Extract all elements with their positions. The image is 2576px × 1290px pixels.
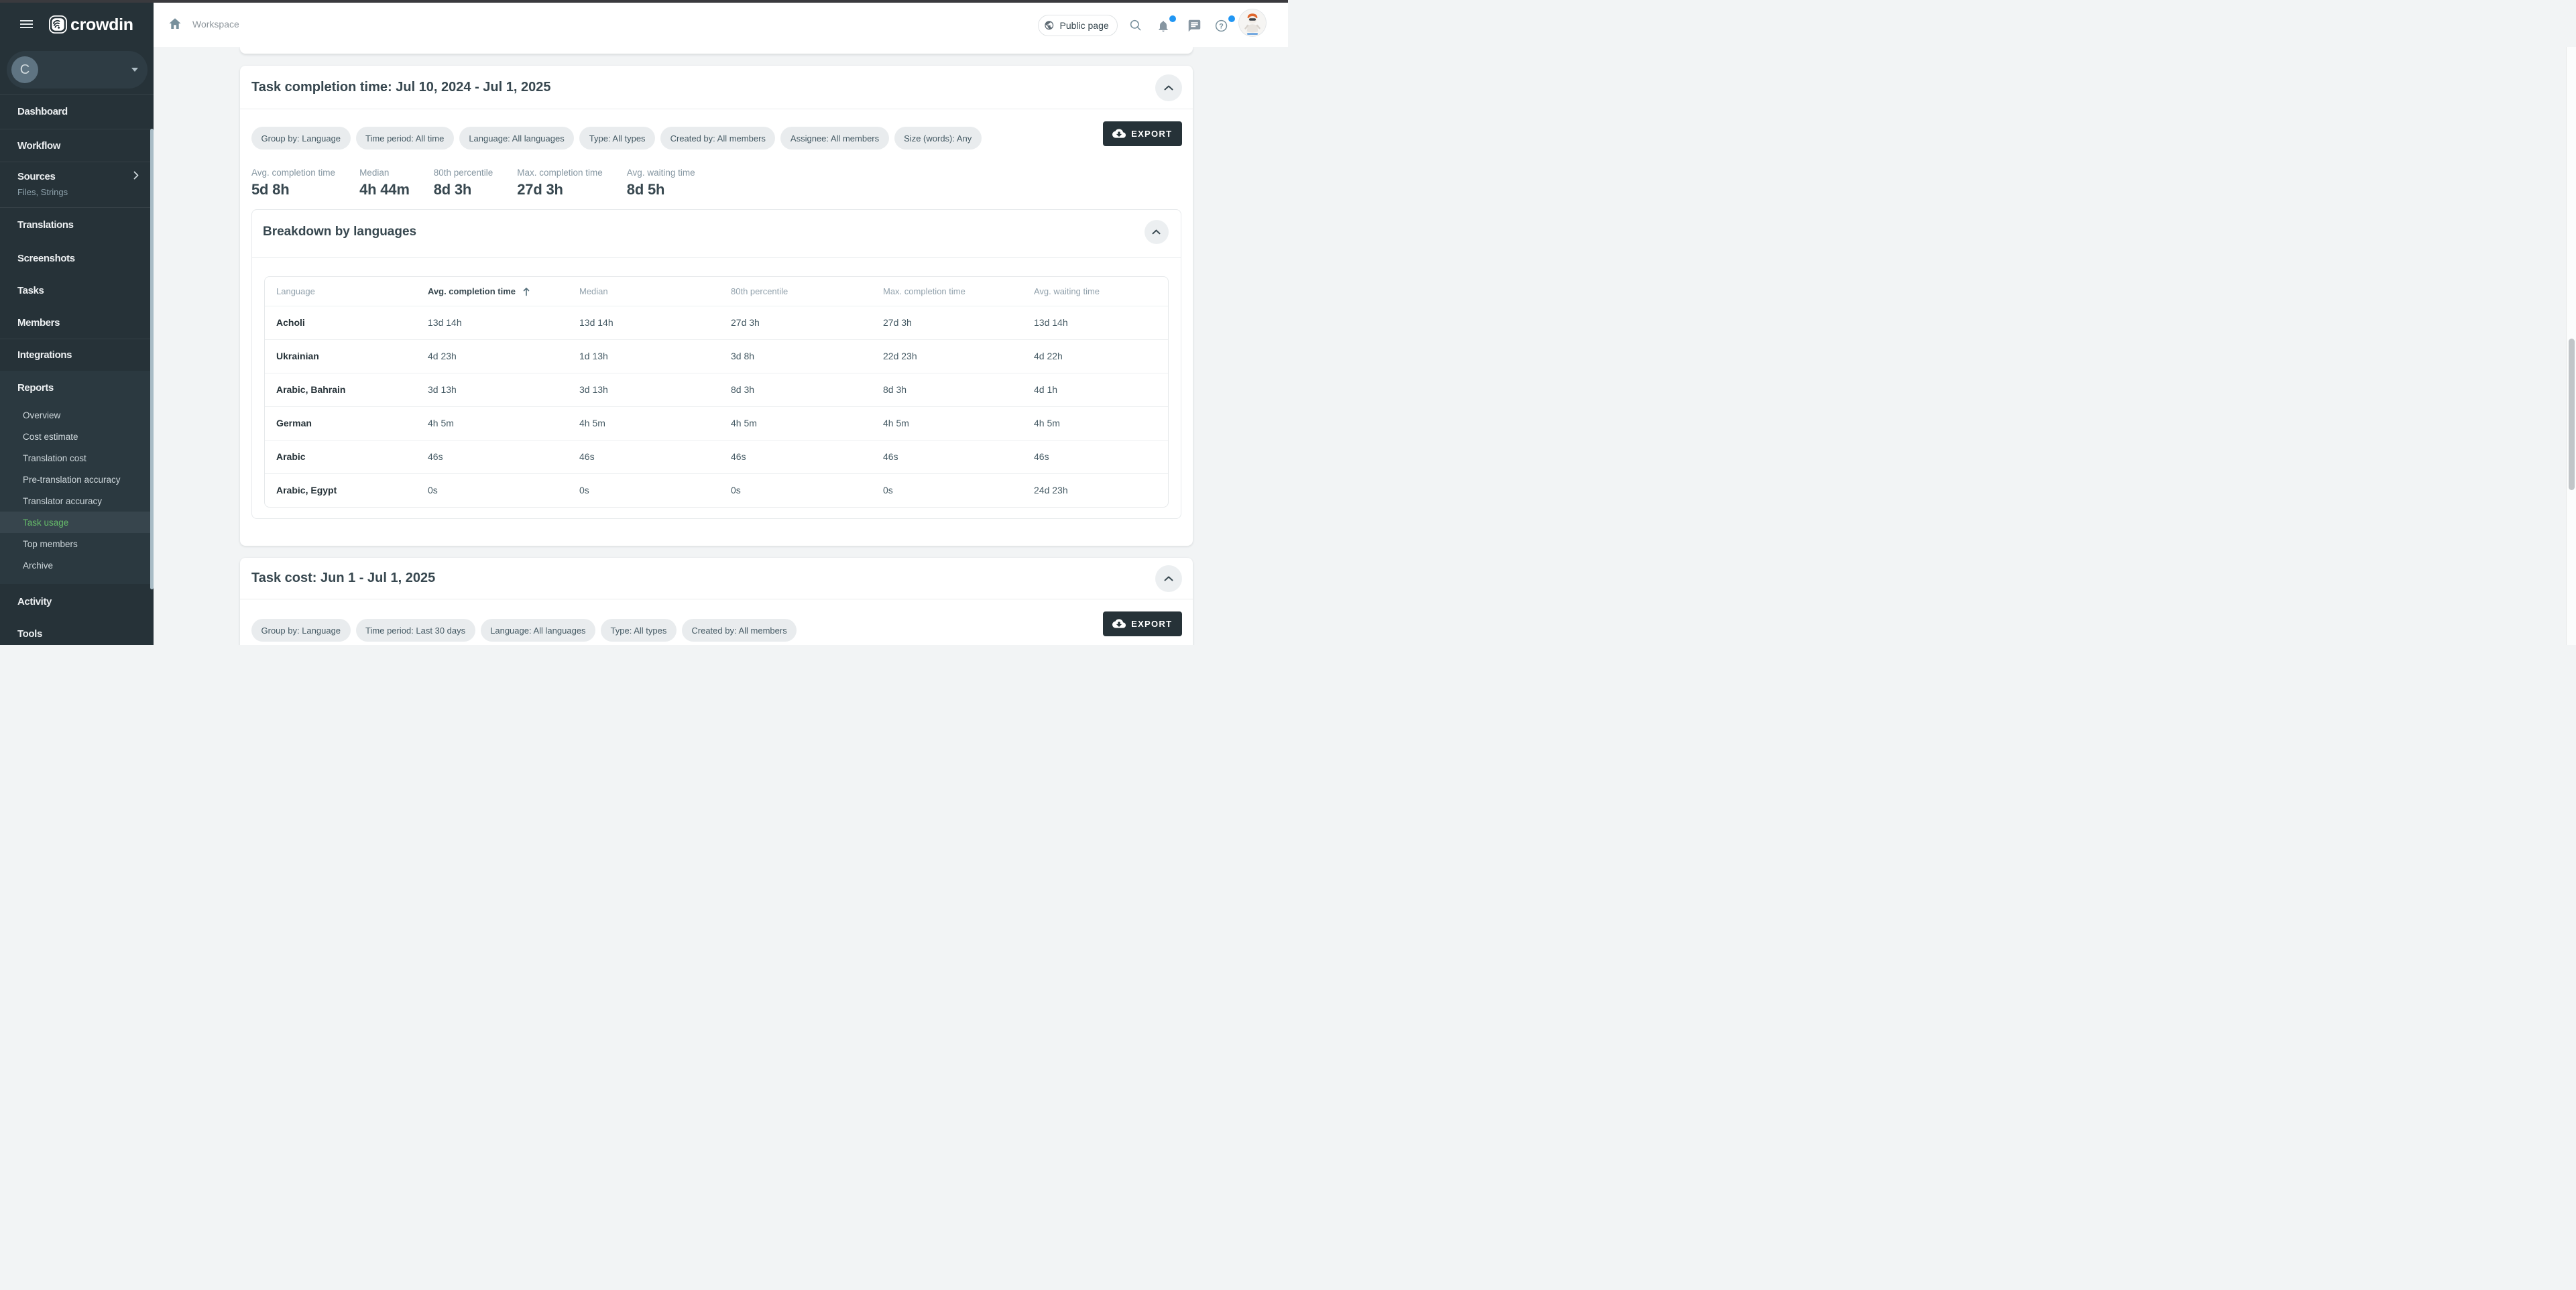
svg-text:?: ? bbox=[1219, 22, 1224, 30]
